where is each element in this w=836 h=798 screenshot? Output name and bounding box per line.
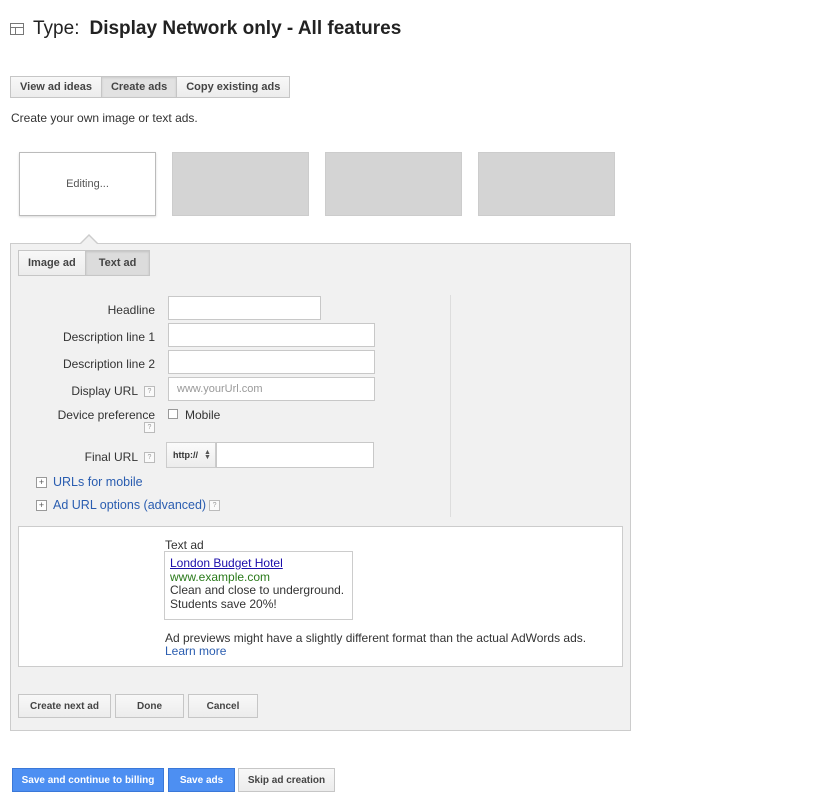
ad-thumbnail-editing[interactable]: Editing... (19, 152, 156, 216)
mobile-label: Mobile (185, 408, 221, 422)
headline-label: Headline (107, 303, 155, 317)
campaign-type-icon (10, 23, 24, 35)
type-value: Display Network only - All features (89, 18, 402, 39)
display-url-input[interactable]: www.yourUrl.com (168, 377, 375, 401)
save-and-continue-button[interactable]: Save and continue to billing (12, 768, 164, 792)
preview-note: Ad previews might have a slightly differ… (165, 631, 587, 645)
help-icon[interactable]: ? (209, 499, 221, 511)
save-ads-button[interactable]: Save ads (168, 768, 235, 792)
final-url-input[interactable] (216, 442, 374, 468)
skip-ad-creation-button[interactable]: Skip ad creation (238, 768, 335, 792)
headline-input[interactable] (168, 296, 321, 320)
help-icon[interactable]: ? (144, 385, 155, 397)
expand-plus-icon: + (36, 476, 47, 488)
divider (450, 295, 451, 517)
ad-display-url: www.example.com (170, 569, 271, 584)
ad-description-2: Students save 20%! (170, 596, 277, 611)
url-scheme-select[interactable]: http:// ▲ ▼ (166, 442, 216, 468)
ad-description-1: Clean and close to underground. (170, 583, 345, 597)
device-preference-label: Device preference (57, 408, 155, 422)
urls-for-mobile-toggle[interactable]: + URLs for mobile (36, 475, 143, 489)
urls-for-mobile-link[interactable]: URLs for mobile (53, 475, 143, 489)
learn-more-link[interactable]: Learn more (165, 644, 226, 658)
ad-thumbnail-placeholder[interactable] (172, 152, 309, 216)
tab-image-ad[interactable]: Image ad (18, 250, 86, 276)
tab-text-ad[interactable]: Text ad (85, 250, 151, 276)
page-title: Type: Display Network only - All feature… (10, 16, 401, 42)
final-url-label: Final URL ? (11, 450, 155, 464)
ad-thumbnail-placeholder[interactable] (325, 152, 462, 216)
text-ad-preview: London Budget Hotel www.example.com Clea… (164, 551, 353, 620)
preview-title: Text ad (165, 538, 204, 552)
description-line-1-label: Description line 1 (62, 330, 155, 344)
sort-arrows-icon: ▲ ▼ (204, 449, 211, 461)
final-url-label-text: Final URL (84, 450, 138, 464)
description-line-1-input[interactable] (168, 323, 375, 347)
mode-tabs: View ad ideas Create ads Copy existing a… (10, 76, 291, 98)
type-label: Type: (33, 18, 80, 39)
expand-plus-icon: + (36, 499, 47, 511)
tab-view-ad-ideas[interactable]: View ad ideas (10, 76, 102, 98)
mobile-checkbox[interactable] (168, 409, 178, 419)
cancel-button[interactable]: Cancel (188, 694, 258, 718)
intro-text: Create your own image or text ads. (11, 111, 198, 125)
tab-copy-existing-ads[interactable]: Copy existing ads (177, 76, 291, 98)
done-button[interactable]: Done (115, 694, 184, 718)
panel-pointer-inner (81, 236, 97, 244)
ad-headline: London Budget Hotel (170, 556, 283, 570)
ad-type-tabs: Image ad Text ad (18, 250, 151, 276)
create-next-ad-button[interactable]: Create next ad (18, 694, 111, 718)
url-scheme-value: http:// (173, 450, 198, 460)
display-url-label: Display URL ? (11, 384, 155, 398)
ad-url-options-toggle[interactable]: + Ad URL options (advanced) ? (36, 498, 221, 512)
description-line-2-label: Description line 2 (62, 357, 155, 371)
help-icon[interactable]: ? (144, 422, 155, 433)
ad-thumbnail-placeholder[interactable] (478, 152, 615, 216)
help-icon[interactable]: ? (144, 451, 155, 463)
editing-label: Editing... (66, 178, 109, 190)
description-line-2-input[interactable] (168, 350, 375, 374)
tab-create-ads[interactable]: Create ads (101, 76, 178, 98)
ad-url-options-link[interactable]: Ad URL options (advanced) (53, 498, 206, 512)
display-url-label-text: Display URL (71, 384, 138, 398)
